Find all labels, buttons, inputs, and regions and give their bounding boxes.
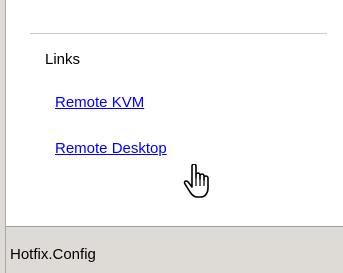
hand-pointer-icon	[183, 164, 209, 198]
links-panel: Links Remote KVM Remote Desktop	[6, 34, 336, 225]
remote-kvm-link[interactable]: Remote KVM	[55, 94, 144, 111]
remote-desktop-link[interactable]: Remote Desktop	[55, 140, 167, 157]
app-window: Links Remote KVM Remote Desktop Hotfix.C…	[0, 0, 343, 273]
status-text: Hotfix.Config	[10, 246, 96, 263]
status-bar: Hotfix.Config	[6, 226, 343, 273]
links-heading: Links	[45, 51, 81, 68]
